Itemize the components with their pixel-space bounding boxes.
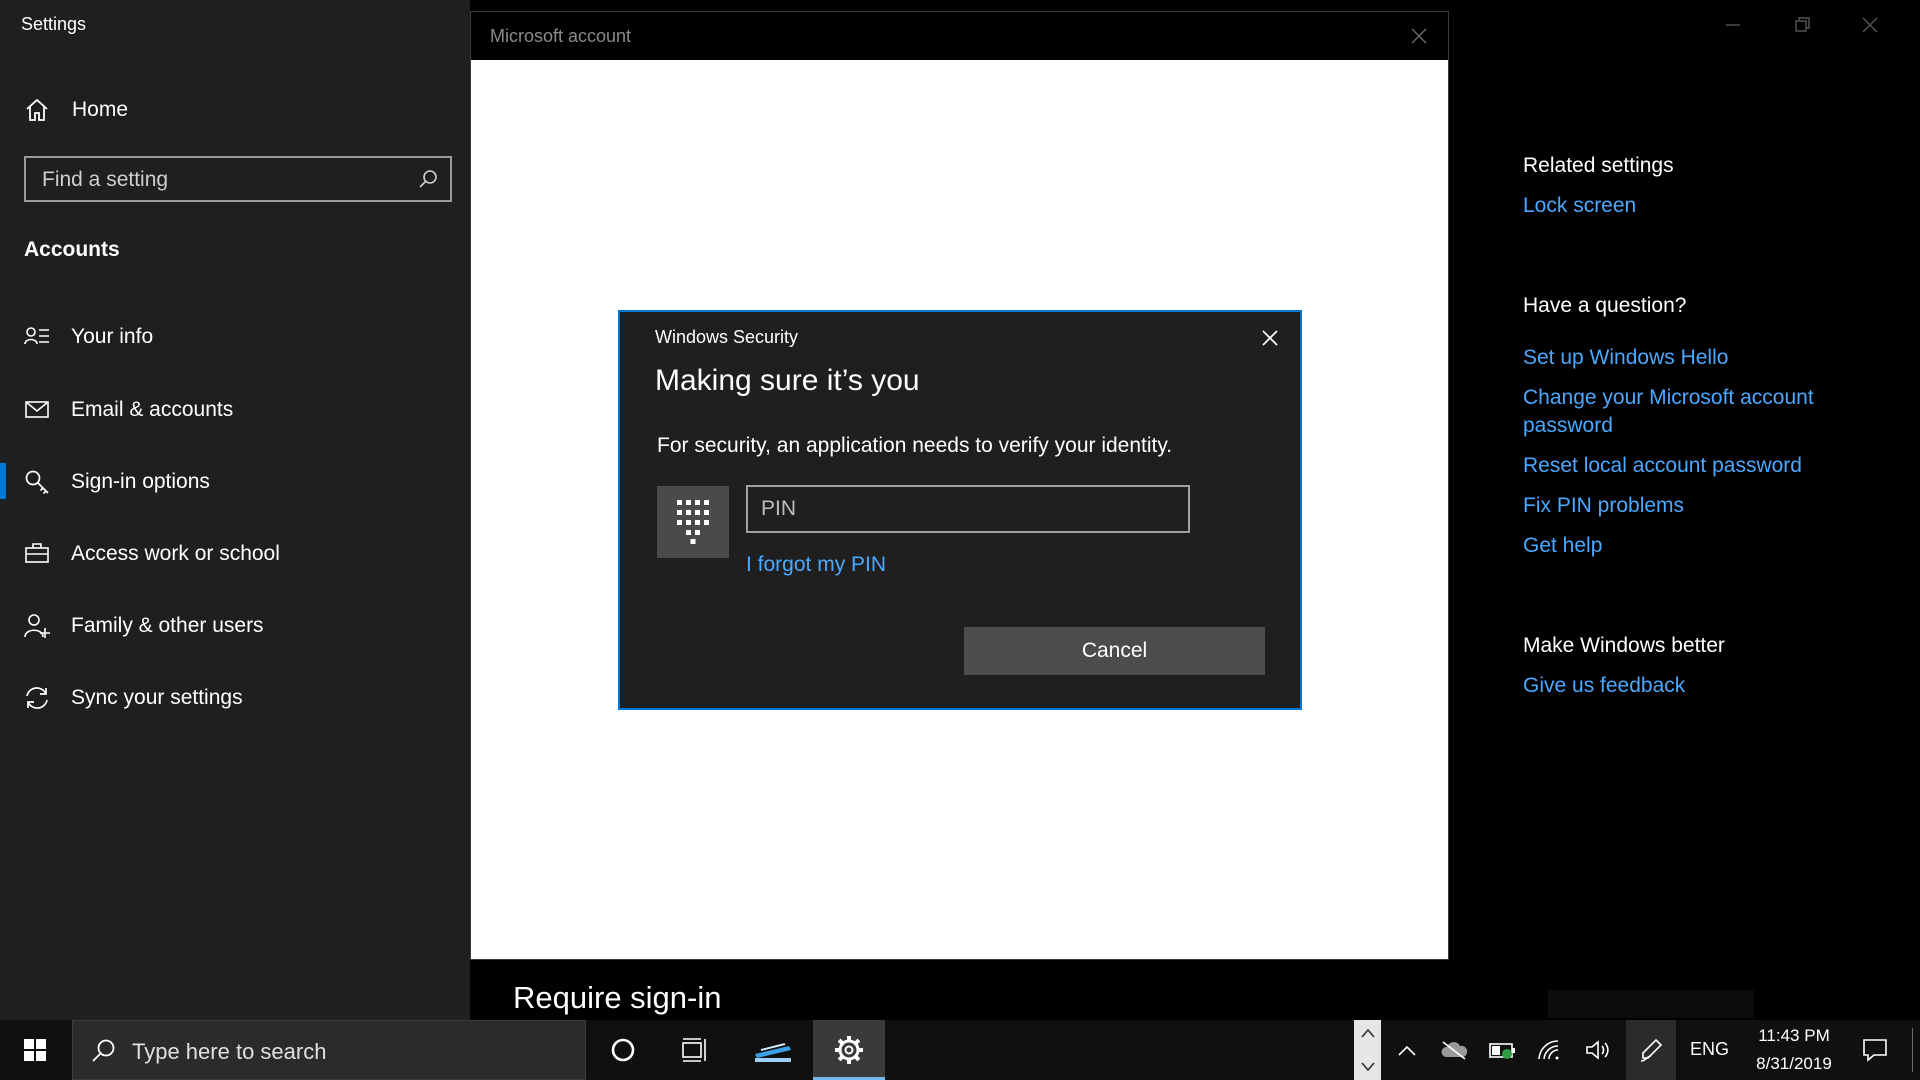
settings-search[interactable]	[24, 156, 452, 202]
chevron-down-icon	[1361, 1062, 1375, 1072]
settings-sidebar: Settings Home Accounts Your info	[0, 0, 470, 1020]
search-icon	[418, 169, 438, 189]
security-app-title: Windows Security	[655, 327, 799, 347]
tray-pen[interactable]	[1626, 1020, 1676, 1080]
taskbar: Type here to search ENG 11:43 PM 8/31/20…	[0, 1020, 1920, 1080]
onedrive-offline-icon	[1441, 1041, 1468, 1060]
notification-icon	[1863, 1039, 1887, 1062]
require-signin-heading: Require sign-in	[513, 980, 722, 1015]
sidebar-item-label: Sync your settings	[71, 686, 243, 709]
nav-home-label: Home	[72, 98, 129, 121]
fix-pin-link[interactable]: Fix PIN problems	[1523, 492, 1684, 520]
add-person-icon	[24, 613, 50, 639]
key-icon	[24, 469, 50, 495]
setup-hello-link[interactable]: Set up Windows Hello	[1523, 344, 1728, 372]
tray-time[interactable]: 11:43 PM	[1750, 1026, 1838, 1046]
sidebar-item-label: Sign-in options	[71, 470, 210, 493]
sidebar-item-email-accounts[interactable]: Email & accounts	[0, 380, 470, 440]
tray-onedrive[interactable]	[1434, 1020, 1474, 1080]
question-heading: Have a question?	[1523, 294, 1687, 317]
cortana-icon	[611, 1038, 635, 1062]
sidebar-item-access-work[interactable]: Access work or school	[0, 524, 470, 584]
mail-icon	[24, 397, 50, 423]
wifi-icon	[1538, 1040, 1559, 1060]
make-better-heading: Make Windows better	[1523, 634, 1725, 657]
window-controls	[1690, 0, 1920, 50]
restore-icon[interactable]	[1787, 10, 1817, 40]
start-button[interactable]	[0, 1020, 70, 1080]
feedback-link[interactable]: Give us feedback	[1523, 672, 1685, 700]
security-heading: Making sure it’s you	[655, 364, 920, 397]
tray-volume[interactable]	[1578, 1020, 1618, 1080]
sidebar-item-family[interactable]: Family & other users	[0, 596, 470, 656]
sidebar-item-label: Family & other users	[71, 614, 264, 637]
taskbar-app-scanner[interactable]	[740, 1020, 806, 1080]
reset-password-link[interactable]: Reset local account password	[1523, 452, 1802, 480]
watermark-patch	[1548, 990, 1754, 1018]
taskbar-search[interactable]: Type here to search	[72, 1020, 586, 1080]
tray-wifi[interactable]	[1530, 1020, 1570, 1080]
tray-battery[interactable]	[1482, 1020, 1522, 1080]
sidebar-item-your-info[interactable]: Your info	[0, 307, 470, 367]
sidebar-item-sign-in-options[interactable]: Sign-in options	[0, 452, 470, 512]
search-icon	[91, 1038, 117, 1064]
ms-dialog-titlebar: Microsoft account	[471, 12, 1448, 60]
pin-input[interactable]	[746, 485, 1190, 533]
pin-keypad-tile	[657, 486, 729, 558]
related-settings-heading: Related settings	[1523, 154, 1674, 177]
cortana-button[interactable]	[593, 1020, 653, 1080]
taskbar-scroll-control[interactable]	[1354, 1020, 1381, 1080]
security-message: For security, an application needs to ve…	[657, 434, 1173, 457]
task-view-button[interactable]	[665, 1020, 725, 1080]
taskbar-app-settings[interactable]	[813, 1020, 885, 1080]
gear-icon	[835, 1036, 863, 1064]
sidebar-item-sync[interactable]: Sync your settings	[0, 668, 470, 728]
pen-icon	[1640, 1038, 1663, 1062]
briefcase-icon	[24, 541, 50, 567]
close-icon[interactable]	[1408, 25, 1430, 47]
sync-icon	[24, 685, 50, 711]
forgot-pin-link[interactable]: I forgot my PIN	[746, 553, 886, 577]
get-help-link[interactable]: Get help	[1523, 532, 1602, 560]
tray-date[interactable]: 8/31/2019	[1745, 1054, 1843, 1074]
volume-icon	[1586, 1040, 1609, 1060]
scanner-icon	[755, 1043, 791, 1062]
action-center-button[interactable]	[1850, 1020, 1900, 1080]
sidebar-item-label: Your info	[71, 325, 154, 348]
battery-icon	[1489, 1043, 1515, 1059]
taskbar-search-text: Type here to search	[132, 1039, 327, 1064]
settings-search-input[interactable]	[40, 158, 404, 202]
chevron-up-icon	[1398, 1045, 1416, 1056]
keypad-icon	[677, 500, 709, 544]
close-icon[interactable]	[1260, 328, 1280, 348]
show-hidden-icons[interactable]	[1390, 1020, 1424, 1080]
home-icon	[24, 97, 50, 123]
lock-screen-link[interactable]: Lock screen	[1523, 192, 1636, 220]
windows-security-dialog: Windows Security Making sure it’s you Fo…	[618, 310, 1302, 710]
app-title: Settings	[21, 14, 87, 34]
ms-dialog-title: Microsoft account	[490, 26, 632, 46]
windows-logo-icon	[24, 1039, 46, 1061]
chevron-up-icon	[1361, 1028, 1375, 1038]
sidebar-item-label: Email & accounts	[71, 398, 234, 421]
nav-home[interactable]: Home	[0, 80, 470, 140]
change-password-link[interactable]: Change your Microsoft account password	[1523, 384, 1853, 440]
minimize-icon[interactable]	[1718, 10, 1748, 40]
tray-language[interactable]: ENG	[1690, 1039, 1729, 1060]
show-desktop-divider[interactable]	[1912, 1028, 1913, 1072]
close-icon[interactable]	[1855, 10, 1885, 40]
task-view-icon	[682, 1038, 706, 1062]
sidebar-item-label: Access work or school	[71, 542, 280, 565]
cancel-button[interactable]: Cancel	[964, 627, 1265, 675]
section-title: Accounts	[24, 238, 120, 261]
contact-card-icon	[24, 324, 50, 350]
